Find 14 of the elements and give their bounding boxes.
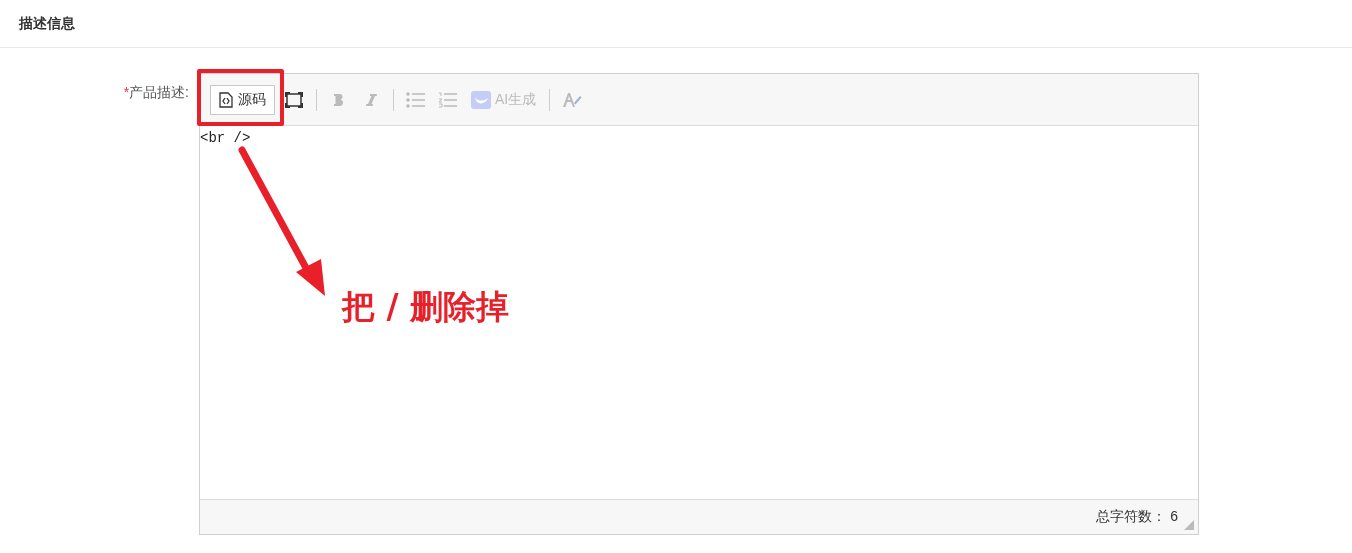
field-label: *产品描述: bbox=[123, 84, 189, 102]
format-painter-icon bbox=[562, 90, 583, 109]
character-count: 总字符数： 6 bbox=[1096, 508, 1178, 526]
resize-grip-icon[interactable] bbox=[1184, 520, 1194, 530]
italic-icon bbox=[365, 92, 377, 107]
section-title: 描述信息 bbox=[19, 14, 75, 33]
source-button[interactable]: 源码 bbox=[210, 84, 275, 115]
fullscreen-icon bbox=[284, 90, 304, 109]
bold-icon bbox=[333, 92, 345, 107]
source-code-text: <br /> bbox=[200, 130, 251, 146]
code-file-icon bbox=[219, 91, 233, 108]
annotation-text: 把 / 删除掉 bbox=[342, 286, 510, 328]
bullet-list-icon bbox=[406, 91, 426, 108]
numbered-list-icon bbox=[438, 91, 458, 108]
